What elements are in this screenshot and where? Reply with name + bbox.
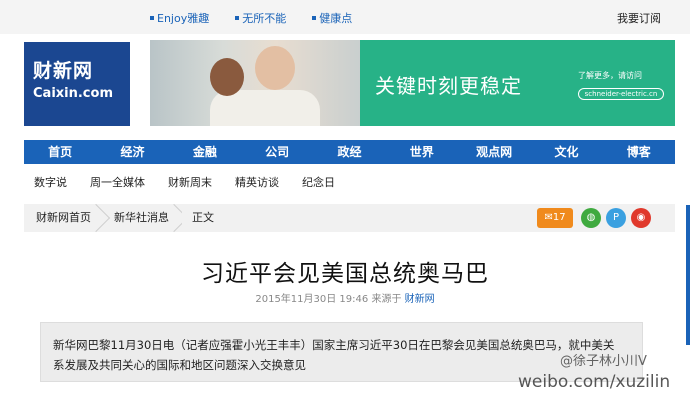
top-links: Enjoy雅趣 无所不能 健康点 xyxy=(150,10,352,26)
breadcrumb-current: 正文 xyxy=(182,204,227,232)
banner-url[interactable]: schneider-electric.cn xyxy=(578,88,664,100)
top-link-enjoy[interactable]: Enjoy雅趣 xyxy=(150,10,209,26)
source-label: 来源于 xyxy=(371,294,402,305)
side-edge-bar xyxy=(686,205,690,345)
top-link-label[interactable]: Enjoy雅趣 xyxy=(157,10,209,26)
moments-icon[interactable]: P xyxy=(606,208,626,228)
breadcrumb-label: 正文 xyxy=(192,211,214,224)
breadcrumb-xinhua[interactable]: 新华社消息 xyxy=(104,203,189,233)
logo-domain: Caixin.com xyxy=(33,86,113,101)
nav-item-economy[interactable]: 经济 xyxy=(96,140,168,164)
nav-item-world[interactable]: 世界 xyxy=(386,140,458,164)
subnav-item-anniversary[interactable]: 纪念日 xyxy=(302,174,335,190)
article-title: 习近平会见美国总统奥马巴 xyxy=(201,261,489,287)
logo-text: 财新网 xyxy=(33,60,94,82)
photo-shape xyxy=(210,58,244,96)
top-link-label[interactable]: 无所不能 xyxy=(242,10,286,26)
watermark-handle: @徐子林小川V xyxy=(560,354,647,369)
article-date: 2015年11月30日 19:46 xyxy=(255,294,369,305)
comment-count: 17 xyxy=(552,212,566,223)
article-meta: 2015年11月30日 19:46 来源于 财新网 xyxy=(0,290,690,305)
breadcrumb-home[interactable]: 财新网首页 xyxy=(28,203,111,233)
top-utility-bar: Enjoy雅趣 无所不能 健康点 我要订阅 xyxy=(0,0,690,34)
weibo-icon[interactable]: ◉ xyxy=(631,208,651,228)
nav-item-finance[interactable]: 金融 xyxy=(169,140,241,164)
banner-headline: 关键时刻更稳定 xyxy=(375,74,522,98)
breadcrumb: 财新网首页 新华社消息 正文 xyxy=(24,203,675,233)
subnav-item-interviews[interactable]: 精英访谈 xyxy=(235,174,279,190)
watermark-url: weibo.com/xuzilin xyxy=(518,372,671,392)
wechat-icon[interactable]: ◍ xyxy=(581,208,601,228)
top-link-health[interactable]: 健康点 xyxy=(312,10,352,26)
top-link-label[interactable]: 健康点 xyxy=(319,10,352,26)
bullet-icon xyxy=(235,16,240,20)
subscribe-link[interactable]: 我要订阅 xyxy=(617,10,661,26)
banner-cta: 了解更多，请访问 xyxy=(578,71,642,80)
article-source[interactable]: 财新网 xyxy=(405,294,435,305)
subnav-item-monday[interactable]: 周一全媒体 xyxy=(90,174,145,190)
nav-item-opinion[interactable]: 观点网 xyxy=(458,140,530,164)
comment-icon[interactable]: ✉17 xyxy=(537,208,573,228)
site-logo[interactable]: 财新网 Caixin.com xyxy=(24,42,130,126)
banner-photo xyxy=(150,40,360,126)
nav-item-politics[interactable]: 政经 xyxy=(313,140,385,164)
sub-nav: 数字说 周一全媒体 财新周末 精英访谈 纪念日 xyxy=(34,174,335,190)
top-link-wusuo[interactable]: 无所不能 xyxy=(235,10,286,26)
bullet-icon xyxy=(312,16,317,20)
subnav-item-weekend[interactable]: 财新周末 xyxy=(168,174,212,190)
nav-item-home[interactable]: 首页 xyxy=(24,140,96,164)
photo-shape xyxy=(255,46,295,90)
banner-ad[interactable]: 关键时刻更稳定 了解更多，请访问 schneider-electric.cn xyxy=(150,40,675,126)
subnav-item-data[interactable]: 数字说 xyxy=(34,174,67,190)
nav-item-culture[interactable]: 文化 xyxy=(530,140,602,164)
summary-text: 新华网巴黎11月30日电（记者应强霍小光王丰丰）国家主席习近平30日在巴黎会见美… xyxy=(53,338,615,372)
main-nav: 首页 经济 金融 公司 政经 世界 观点网 文化 博客 xyxy=(24,140,675,164)
bullet-icon xyxy=(150,16,154,20)
nav-item-companies[interactable]: 公司 xyxy=(241,140,313,164)
nav-item-blog[interactable]: 博客 xyxy=(603,140,675,164)
